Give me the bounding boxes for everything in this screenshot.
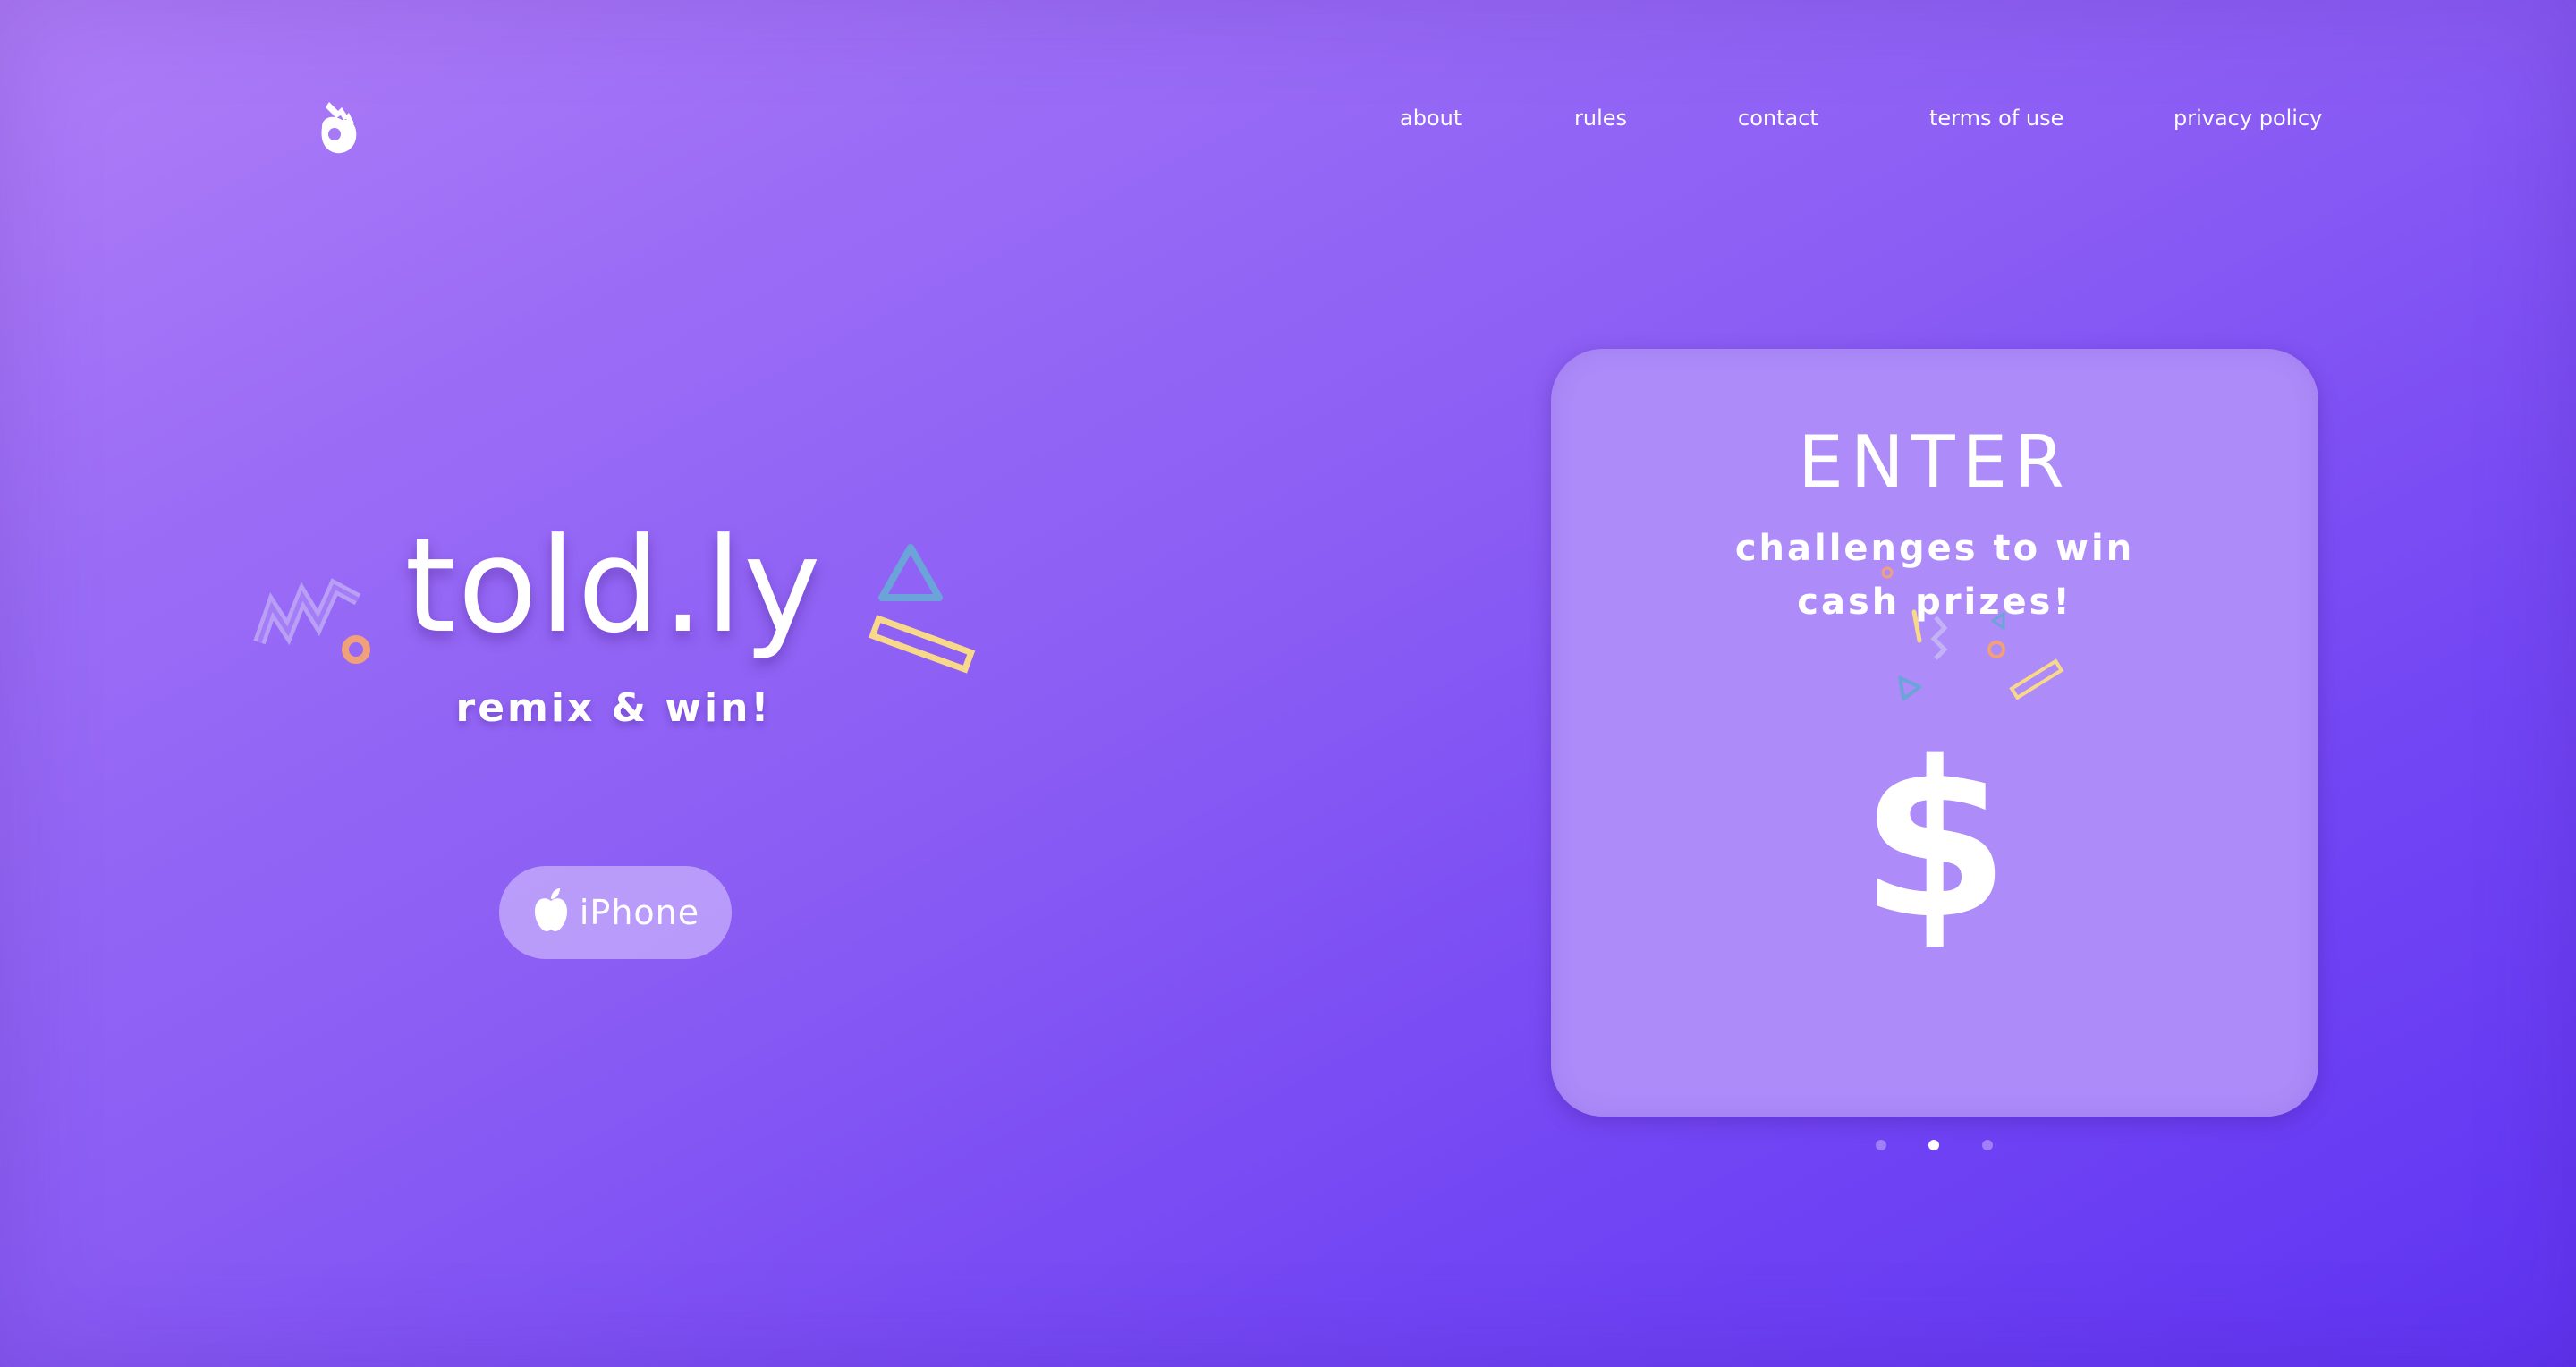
orange-ring-decoration [342,635,370,664]
tagline: remix & win! [455,685,772,731]
iphone-download-button[interactable]: iPhone [499,866,732,959]
card-title: ENTER [1798,420,2072,504]
nav-link-terms-of-use[interactable]: terms of use [1929,106,2063,131]
brand-wordmark: told.ly [404,510,823,662]
carousel-pagination [1869,1140,2012,1154]
confetti-decoration [1881,566,2064,701]
blue-triangle-decoration [878,544,943,601]
nav-link-about[interactable]: about [1400,106,1462,131]
top-navigation: about rules contact terms of use privacy… [0,106,2576,138]
carousel-dot-1[interactable] [1876,1140,1886,1150]
iphone-button-label: iPhone [579,893,700,932]
nav-link-privacy-policy[interactable]: privacy policy [2174,106,2322,131]
apple-icon [534,888,567,931]
yellow-bar-decoration [869,615,976,674]
carousel-dot-3[interactable] [1982,1140,1993,1150]
nav-link-contact[interactable]: contact [1738,106,1818,131]
nav-link-rules[interactable]: rules [1574,106,1627,131]
dollar-icon: $ [1860,716,2010,966]
carousel-slide-card: ENTER challenges to win cash prizes! $ [1551,349,2318,1117]
carousel-dot-2-active[interactable] [1928,1140,1939,1150]
